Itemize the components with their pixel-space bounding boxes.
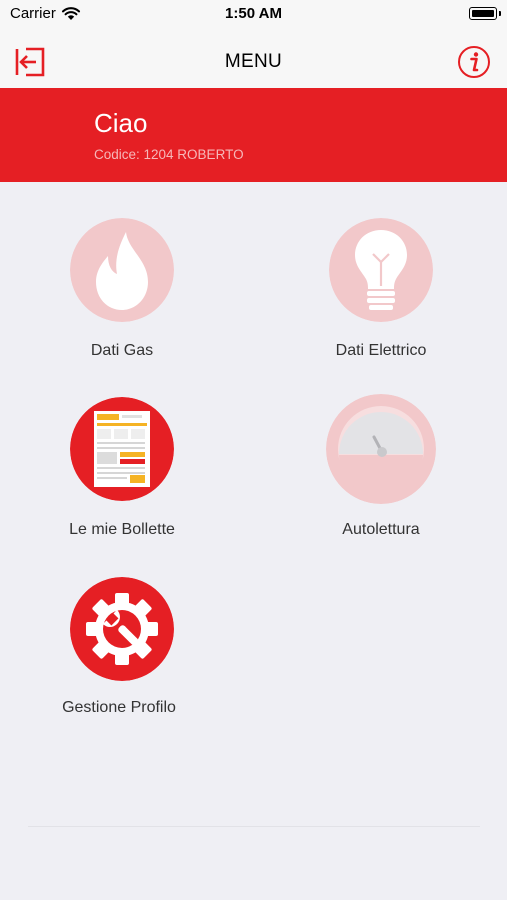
info-button[interactable] bbox=[457, 45, 491, 79]
info-icon bbox=[458, 46, 490, 78]
menu-item-label: Gestione Profilo bbox=[62, 699, 176, 716]
flame-icon bbox=[70, 218, 174, 322]
greeting-banner: Ciao Codice: 1204 ROBERTO bbox=[0, 88, 507, 182]
bottom-divider bbox=[28, 826, 480, 827]
menu-item-gestione-profilo[interactable]: Gestione Profilo bbox=[14, 577, 224, 737]
bill-icon bbox=[70, 397, 174, 501]
page-title: MENU bbox=[224, 51, 283, 72]
menu-item-label: Autolettura bbox=[342, 521, 420, 538]
battery-icon bbox=[469, 7, 501, 20]
navigation-bar: MENU bbox=[0, 28, 507, 88]
menu-item-label: Dati Gas bbox=[90, 342, 154, 359]
customer-code: Codice: 1204 ROBERTO bbox=[94, 147, 244, 162]
status-bar: Carrier 1:50 AM bbox=[0, 0, 507, 28]
menu-item-dati-elettrico[interactable]: Dati Elettrico bbox=[276, 218, 486, 378]
greeting-text: Ciao bbox=[94, 108, 148, 138]
menu-item-le-mie-bollette[interactable]: Le mie Bollette bbox=[17, 397, 227, 557]
menu-item-dati-gas[interactable]: Dati Gas bbox=[17, 218, 227, 378]
settings-gear-icon bbox=[70, 577, 174, 681]
menu-item-label: Dati Elettrico bbox=[335, 342, 427, 359]
menu-item-autolettura[interactable]: Autolettura bbox=[276, 394, 486, 557]
clock: 1:50 AM bbox=[225, 5, 282, 22]
menu-item-label: Le mie Bollette bbox=[69, 521, 175, 538]
lightbulb-icon bbox=[329, 218, 433, 322]
meter-gauge-icon bbox=[326, 394, 436, 504]
